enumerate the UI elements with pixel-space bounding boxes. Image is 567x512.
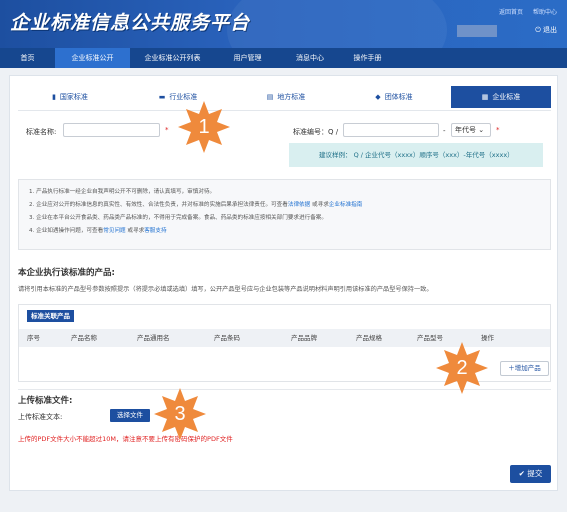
notice-box: 1. 产品执行标准一经企业自我声明公开不可删除，请认真填写，审慎对待。 2. 企… <box>18 179 551 250</box>
products-section-title: 本企业执行该标准的产品: <box>18 268 115 278</box>
notice-item: 4. 企业如遇操作问题，可查看常见问题 或寻求客服支持 <box>29 225 540 238</box>
notice-text: 或寻求 <box>310 202 329 208</box>
notice-item: 3. 企业在本平台公开食品类、药品类产品标准的，不得用于完成备案。食品、药品类的… <box>29 212 540 225</box>
notice-text: 3. 企业在本平台公开食品类、药品类产品标准的，不得用于完成备案。食品、药品类的… <box>29 215 327 221</box>
tab-national[interactable]: ▮ 国家标准 <box>18 86 122 108</box>
help-link[interactable]: 帮助中心 <box>533 9 557 16</box>
tab-enterprise[interactable]: ▦ 企业标准 <box>451 86 551 108</box>
marker-1: 1 <box>176 99 232 155</box>
upload-section-title: 上传标准文件: <box>18 396 73 406</box>
required-mark: * <box>496 126 500 134</box>
notice-text: 2. 企业应对公开的标准信息的真实性、有效性、合法性负责，并对标准的实施后果承担… <box>29 202 288 208</box>
shield-icon: ◆ <box>375 93 381 101</box>
notice-text: 或寻求 <box>125 228 145 234</box>
book-icon: ▮ <box>52 93 56 101</box>
column-header: 产品条码 <box>214 334 240 342</box>
add-product-label: 增加产品 <box>514 364 541 372</box>
products-section-desc: 请将引用本标准的产品型号参数按照提示（将提示必填或选填）填写，公开产品型号应与企… <box>18 286 433 293</box>
required-mark: * <box>165 126 169 134</box>
site-logo: 企业标准信息公共服务平台 <box>10 12 251 34</box>
marker-2: 2 <box>434 340 490 396</box>
upload-file-label: 上传标准文本: <box>18 413 63 421</box>
standard-code-input[interactable] <box>343 123 439 137</box>
chevron-down-icon: ⌄ <box>476 126 485 134</box>
main-panel: ▮ 国家标准 ▬ 行业标准 ▤ 地方标准 ◆ 团体标准 ▦ 企业标准 标准名称: * 标准… <box>9 75 558 491</box>
user-name <box>457 25 497 37</box>
home-link[interactable]: 返回首页 <box>499 9 523 16</box>
notice-text: 1. 产品执行标准一经企业自我声明公开不可删除，请认真填写，审慎对待。 <box>29 189 216 195</box>
column-header: 序号 <box>27 334 40 342</box>
tab-group[interactable]: ◆ 团体标准 <box>342 86 446 108</box>
tab-label: 企业标准 <box>492 93 521 101</box>
standard-guide-link[interactable]: 企业标准指南 <box>329 202 363 208</box>
column-header: 产品名称 <box>71 334 97 342</box>
document-icon: ▤ <box>266 93 274 101</box>
tabs-divider <box>18 110 551 111</box>
logout-button[interactable]: ⏻ 退出 <box>535 25 557 35</box>
nav-manual[interactable]: 操作手册 <box>340 48 395 68</box>
standard-name-input[interactable] <box>63 123 160 137</box>
notice-text: 4. 企业如遇操作问题，可查看 <box>29 228 104 234</box>
year-select-value: 年代号 <box>455 126 476 134</box>
standard-name-label: 标准名称: <box>26 128 57 136</box>
marker-number: 2 <box>456 357 468 379</box>
choose-file-button[interactable]: 选择文件 <box>110 409 150 422</box>
power-icon: ⏻ <box>535 26 543 34</box>
column-header: 产品通用名 <box>137 334 170 342</box>
header-links: 返回首页 帮助中心 <box>491 7 557 16</box>
year-select[interactable]: 年代号 ⌄ <box>451 123 491 137</box>
briefcase-icon: ▬ <box>158 93 166 101</box>
notice-item: 1. 产品执行标准一经企业自我声明公开不可删除，请认真填写，审慎对待。 <box>29 186 540 199</box>
submit-label: 提交 <box>527 469 543 478</box>
notice-item: 2. 企业应对公开的标准信息的真实性、有效性、合法性负责，并对标准的实施后果承担… <box>29 199 540 212</box>
submit-button[interactable]: ✔ 提交 <box>510 465 551 483</box>
products-table-label: 标准关联产品 <box>27 310 74 322</box>
standard-type-tabs: ▮ 国家标准 ▬ 行业标准 ▤ 地方标准 ◆ 团体标准 ▦ 企业标准 <box>18 86 551 108</box>
support-link[interactable]: 客服支持 <box>144 228 166 234</box>
column-header: 产品规格 <box>356 334 382 342</box>
bank-icon: ▦ <box>481 93 489 101</box>
tab-label: 地方标准 <box>277 93 306 101</box>
tab-local[interactable]: ▤ 地方标准 <box>234 86 338 108</box>
marker-3: 3 <box>152 386 208 442</box>
column-header: 产品品牌 <box>291 334 317 342</box>
nav-standard-publish[interactable]: 企业标准公开 <box>55 48 130 68</box>
nav-standard-list[interactable]: 企业标准公开列表 <box>130 48 215 68</box>
faq-link[interactable]: 常见问题 <box>103 228 125 234</box>
nav-home[interactable]: 首页 <box>0 48 55 68</box>
main-nav: 首页 企业标准公开 企业标准公开列表 用户管理 消息中心 操作手册 <box>0 48 567 68</box>
tab-label: 国家标准 <box>59 93 88 101</box>
tab-label: 团体标准 <box>384 93 413 101</box>
nav-user-management[interactable]: 用户管理 <box>215 48 280 68</box>
standard-code-label: 标准编号：Q / <box>293 128 339 136</box>
marker-number: 3 <box>174 403 186 425</box>
logout-label: 退出 <box>543 26 557 34</box>
code-example-hint: 建议样例： Q / 企业代号（xxxx）顺序号（xxx）-年代号（xxxx） <box>289 143 543 167</box>
site-header: 企业标准信息公共服务平台 返回首页 帮助中心 ⏻ 退出 <box>0 0 567 48</box>
legal-basis-link[interactable]: 法律依据 <box>288 202 310 208</box>
nav-messages[interactable]: 消息中心 <box>280 48 340 68</box>
marker-number: 1 <box>198 116 210 138</box>
code-separator: - <box>443 127 446 135</box>
add-product-button[interactable]: ＋增加产品 <box>500 361 549 376</box>
